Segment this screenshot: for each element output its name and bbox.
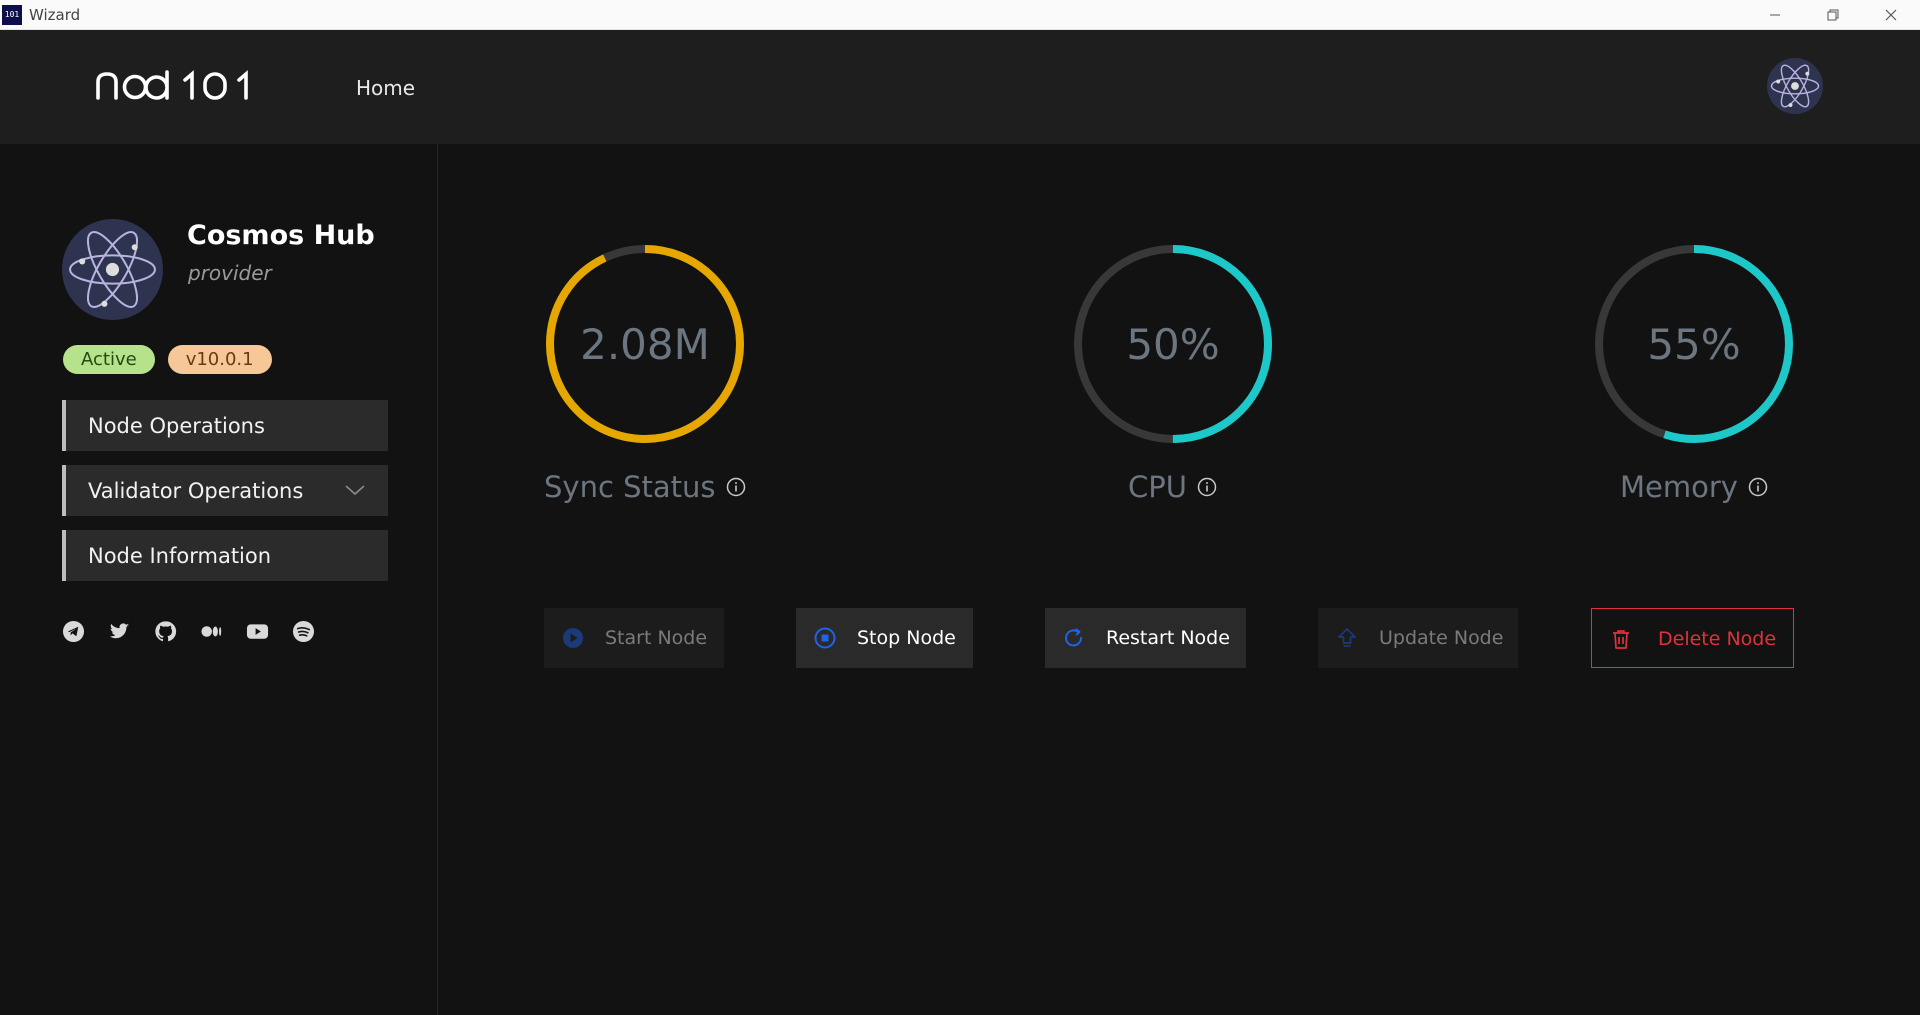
stop-node-label: Stop Node: [857, 627, 956, 649]
restart-node-label: Restart Node: [1106, 627, 1230, 649]
start-node-label: Start Node: [605, 627, 708, 649]
minimize-button[interactable]: [1746, 0, 1804, 29]
medium-icon[interactable]: [200, 620, 223, 643]
menu-item-label: Node Information: [88, 543, 272, 568]
menu-item-node-operations[interactable]: Node Operations: [62, 400, 388, 451]
cosmos-atom-icon: [69, 231, 156, 308]
nav-home-link[interactable]: Home: [356, 76, 415, 100]
github-icon[interactable]: [154, 620, 177, 643]
window-title: Wizard: [29, 5, 81, 24]
window-titlebar: 101 Wizard: [0, 0, 1920, 30]
sidebar: Cosmos Hub provider Active v10.0.1 Node …: [0, 144, 438, 1015]
stop-node-button[interactable]: Stop Node: [796, 608, 973, 668]
start-node-button[interactable]: Start Node: [544, 608, 724, 668]
memory-value: 55%: [1647, 319, 1741, 369]
cpu-gauge: 50%: [1071, 242, 1275, 446]
update-node-label: Update Node: [1379, 627, 1504, 649]
chain-name: Cosmos Hub: [187, 220, 375, 251]
trash-icon: [1613, 630, 1629, 649]
restore-button[interactable]: [1804, 0, 1862, 29]
stop-circle-icon: [814, 627, 836, 649]
sync-status-label: Sync Status: [544, 470, 716, 504]
status-badge: Active: [63, 345, 155, 374]
app-icon: 101: [2, 4, 22, 25]
memory-label: Memory: [1620, 470, 1738, 504]
delete-node-label: Delete Node: [1658, 628, 1777, 650]
sidebar-menu: Node Operations Validator Operations Nod…: [62, 400, 388, 595]
youtube-icon[interactable]: [246, 620, 269, 643]
sync-status-gauge: 2.08M: [543, 242, 747, 446]
memory-gauge: 55%: [1592, 242, 1796, 446]
app-header: Home: [0, 30, 1920, 144]
info-icon[interactable]: [1748, 477, 1768, 497]
cosmos-atom-icon: [1770, 64, 1820, 108]
telegram-icon[interactable]: [62, 620, 85, 643]
info-icon[interactable]: [726, 477, 746, 497]
menu-item-node-information[interactable]: Node Information: [62, 530, 388, 581]
cpu-label-row: CPU: [1128, 470, 1217, 504]
version-badge: v10.0.1: [167, 345, 272, 374]
spotify-icon[interactable]: [292, 620, 315, 643]
cpu-label: CPU: [1128, 470, 1187, 504]
info-icon[interactable]: [1197, 477, 1217, 497]
close-icon: [1885, 9, 1897, 20]
node101-logo[interactable]: [95, 68, 261, 106]
window-controls: [1746, 0, 1920, 29]
chevron-down-icon: [345, 485, 365, 496]
restart-node-button[interactable]: Restart Node: [1045, 608, 1246, 668]
social-links: [62, 620, 315, 643]
menu-item-label: Node Operations: [88, 413, 265, 438]
minimize-icon: [1770, 14, 1780, 15]
memory-label-row: Memory: [1620, 470, 1768, 504]
play-circle-icon: [563, 628, 583, 648]
restore-icon: [1827, 9, 1839, 20]
sync-status-value: 2.08M: [580, 319, 710, 369]
restart-icon: [1065, 628, 1082, 647]
delete-node-button[interactable]: Delete Node: [1591, 608, 1794, 668]
close-button[interactable]: [1862, 0, 1920, 29]
sync-status-label-row: Sync Status: [544, 470, 746, 504]
user-avatar[interactable]: [1767, 58, 1823, 114]
menu-item-validator-operations[interactable]: Validator Operations: [62, 465, 388, 516]
upgrade-arrow-icon: [1338, 628, 1356, 647]
twitter-icon[interactable]: [108, 620, 131, 643]
menu-item-label: Validator Operations: [88, 478, 304, 503]
chain-avatar: [62, 219, 163, 320]
chain-role: provider: [188, 261, 272, 285]
badge-row: Active v10.0.1: [63, 345, 272, 374]
cpu-value: 50%: [1126, 319, 1220, 369]
update-node-button[interactable]: Update Node: [1318, 608, 1518, 668]
